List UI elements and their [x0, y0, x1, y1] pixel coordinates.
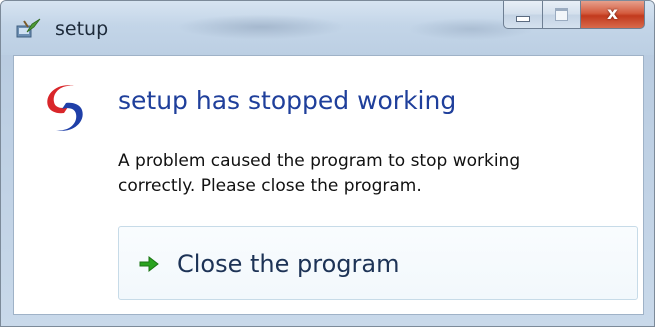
error-message: A problem caused the program to stop wor…: [118, 151, 521, 196]
maximize-button[interactable]: [543, 1, 581, 29]
close-icon: x: [607, 4, 618, 24]
minimize-button[interactable]: [503, 1, 543, 29]
dialog-content: setup has stopped working A problem caus…: [13, 55, 644, 315]
maximize-icon: [555, 8, 568, 21]
error-dialog-window: setup x setup has stopped working A prob…: [0, 0, 655, 327]
caption-buttons: x: [503, 1, 645, 31]
green-arrow-icon: [139, 255, 159, 273]
error-heading: setup has stopped working: [118, 86, 457, 115]
app-icon: [15, 18, 41, 40]
close-program-label: Close the program: [177, 250, 400, 278]
close-button[interactable]: x: [581, 1, 645, 29]
window-title: setup: [55, 18, 109, 40]
program-logo-icon: [44, 82, 86, 134]
title-bar[interactable]: setup x: [1, 1, 654, 55]
minimize-icon: [516, 15, 530, 22]
close-program-button[interactable]: Close the program: [118, 226, 638, 300]
